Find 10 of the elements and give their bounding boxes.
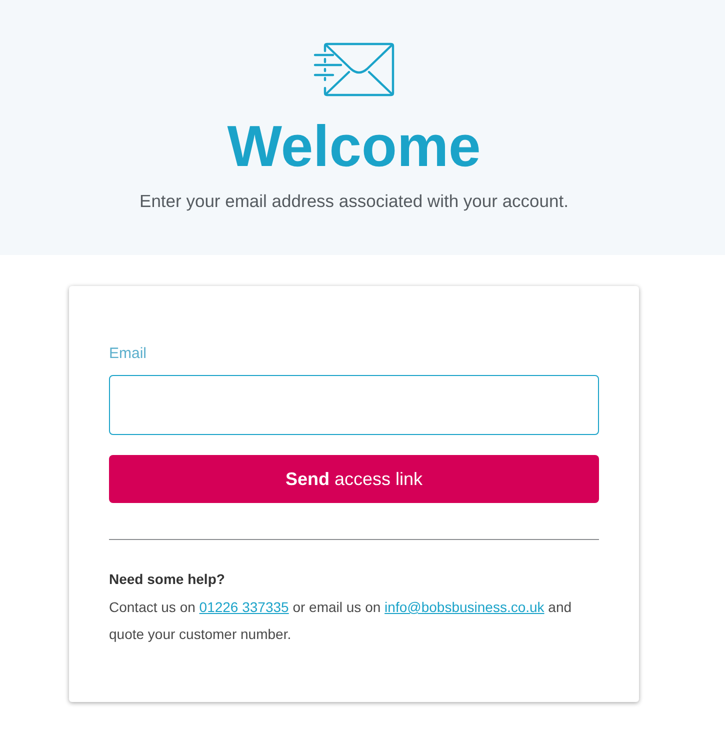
send-access-link-button[interactable]: Send access link: [109, 455, 599, 503]
welcome-title: Welcome: [227, 115, 481, 179]
subtitle: Enter your email address associated with your account.: [140, 190, 568, 213]
email-input-field[interactable]: [109, 375, 599, 435]
help-text: Contact us on 01226 337335 or email us on info@bobsbusiness.co.uk and quote your customer number.: [109, 598, 573, 644]
email-link[interactable]: info@bobsbusiness.co.uk: [384, 599, 544, 615]
envelope-icon: [313, 42, 395, 97]
help-heading: Need some help?: [109, 570, 226, 588]
phone-link[interactable]: 01226 337335: [199, 599, 289, 615]
email-label: Email: [109, 345, 148, 363]
